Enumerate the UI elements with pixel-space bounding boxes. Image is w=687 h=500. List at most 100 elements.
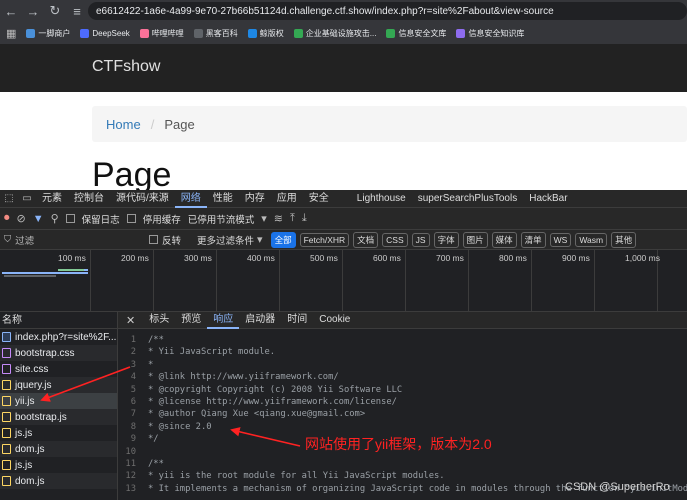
- devtools-tab[interactable]: 性能: [207, 190, 239, 208]
- filter-chip[interactable]: CSS: [382, 232, 408, 247]
- devtools-tab[interactable]: 元素: [36, 190, 68, 208]
- close-icon[interactable]: ✕: [118, 314, 143, 327]
- bookmark-item[interactable]: 鲸版权: [247, 28, 284, 39]
- bookmark-favicon-icon: [247, 28, 257, 38]
- import-har-icon[interactable]: ⤒: [290, 212, 295, 225]
- request-name: dom.js: [15, 475, 45, 487]
- request-row[interactable]: dom.js: [0, 441, 117, 457]
- filter-chip[interactable]: Fetch/XHR: [299, 232, 350, 247]
- devtools-tab[interactable]: 源代码/来源: [110, 190, 175, 208]
- request-row[interactable]: bootstrap.css: [0, 345, 117, 361]
- filter-chip[interactable]: JS: [411, 232, 430, 247]
- filter-chip[interactable]: 文档: [353, 231, 379, 248]
- bookmark-item[interactable]: 一脚商户: [26, 28, 70, 39]
- inspect-element-icon[interactable]: ⬚: [0, 193, 18, 204]
- request-row[interactable]: bootstrap.js: [0, 409, 117, 425]
- preserve-log-checkbox[interactable]: [65, 214, 75, 223]
- detail-tab[interactable]: 响应: [207, 311, 240, 329]
- devtools-tab[interactable]: 网络: [174, 190, 207, 208]
- dropdown-caret-icon[interactable]: ▾: [261, 212, 267, 225]
- more-filters-button[interactable]: 更多过滤条件: [197, 233, 254, 247]
- detail-tab[interactable]: 启动器: [239, 311, 281, 329]
- request-row[interactable]: jquery.js: [0, 377, 117, 393]
- filter-chip[interactable]: Wasm: [575, 232, 608, 247]
- filter-chip[interactable]: WS: [549, 232, 572, 247]
- search-icon[interactable]: ⚲: [51, 212, 59, 225]
- detail-tab[interactable]: 预览: [175, 311, 207, 329]
- request-row[interactable]: yii.js: [0, 393, 117, 409]
- export-har-icon[interactable]: ⤓: [302, 212, 307, 225]
- bookmark-favicon-icon: [456, 28, 466, 38]
- device-toolbar-icon[interactable]: ▭: [18, 193, 36, 204]
- bookmark-item[interactable]: 信息安全文库: [386, 28, 446, 39]
- devtools-tab[interactable]: 安全: [303, 190, 335, 208]
- request-row[interactable]: site.css: [0, 361, 117, 377]
- filter-chip[interactable]: 媒体: [491, 231, 517, 248]
- js-file-icon: [2, 380, 11, 390]
- timeline-overview[interactable]: 100 ms 200 ms 300 ms 400 ms 500 ms 600 ms 700 …: [0, 250, 687, 312]
- url-text: e6612422-1a6e-4a99-9e70-27b66b51124d.cha…: [96, 5, 554, 17]
- doc-file-icon: [2, 332, 11, 342]
- bookmark-item[interactable]: DeepSeek: [80, 28, 130, 38]
- line-number: 11: [125, 458, 136, 469]
- line-number: 13: [125, 483, 136, 494]
- line-content: * @since 2.0: [148, 421, 212, 432]
- back-arrow-icon[interactable]: ←: [0, 0, 22, 22]
- apps-grid-icon[interactable]: ▦: [6, 27, 16, 40]
- bookmark-item[interactable]: 黑客百科: [193, 28, 238, 39]
- filter-funnel-icon[interactable]: ▼: [33, 213, 44, 225]
- filter-chip[interactable]: 字体: [433, 231, 459, 248]
- bookmark-item[interactable]: 企业基础设施攻击...: [293, 28, 377, 39]
- name-column-header[interactable]: 名称: [0, 312, 117, 329]
- invert-checkbox[interactable]: [149, 235, 158, 244]
- network-conditions-icon[interactable]: ≋: [274, 212, 283, 225]
- timeline-tick-label: 400 ms: [247, 253, 275, 263]
- forward-arrow-icon[interactable]: →: [22, 0, 44, 22]
- devtools-tab[interactable]: 应用: [271, 190, 303, 208]
- code-line: 3 *: [118, 360, 687, 372]
- devtools-tab[interactable]: superSearchPlusTools: [412, 190, 524, 208]
- disable-cache-checkbox[interactable]: [126, 214, 136, 223]
- bookmark-label: 信息安全文库: [398, 28, 447, 38]
- clear-icon[interactable]: ⊘: [17, 212, 26, 225]
- code-line: 8 * @since 2.0: [118, 422, 687, 434]
- address-bar[interactable]: e6612422-1a6e-4a99-9e70-27b66b51124d.cha…: [88, 2, 687, 20]
- filter-input[interactable]: ⛉ 过滤: [4, 232, 149, 248]
- request-row[interactable]: dom.js: [0, 473, 117, 489]
- nav-row: ← → ↻ ≡ e6612422-1a6e-4a99-9e70-27b66b51…: [0, 0, 687, 22]
- reload-icon[interactable]: ↻: [44, 0, 66, 22]
- bookmark-item[interactable]: 哔哩哔哩: [139, 28, 184, 39]
- devtools-tab[interactable]: 控制台: [68, 190, 110, 208]
- detail-tab[interactable]: Cookie: [313, 311, 356, 329]
- request-name: jquery.js: [15, 379, 52, 391]
- site-info-icon[interactable]: ≡: [66, 0, 88, 22]
- filter-chip[interactable]: 图片: [462, 231, 488, 248]
- bookmark-label: 信息安全知识库: [468, 28, 525, 38]
- line-content: */: [148, 434, 159, 445]
- devtools-tab[interactable]: HackBar: [523, 190, 573, 208]
- devtools-tab[interactable]: Lighthouse: [351, 190, 412, 208]
- timeline-tick-label: 300 ms: [184, 253, 212, 263]
- site-brand[interactable]: CTFshow: [92, 58, 160, 76]
- js-file-icon: [2, 444, 11, 454]
- timeline-tick-label: 900 ms: [562, 253, 590, 263]
- filter-chip[interactable]: 全部: [270, 231, 296, 248]
- detail-tab[interactable]: 时间: [281, 311, 313, 329]
- filter-chip[interactable]: 其他: [611, 231, 637, 248]
- filter-chip[interactable]: 清单: [520, 231, 546, 248]
- request-row[interactable]: js.js: [0, 457, 117, 473]
- request-row[interactable]: js.js: [0, 425, 117, 441]
- request-name: site.css: [15, 363, 49, 375]
- bookmark-label: 一脚商户: [38, 28, 71, 38]
- bookmark-label: 企业基础设施攻击...: [305, 28, 377, 38]
- devtools-tab[interactable]: 内存: [239, 190, 271, 208]
- detail-tab[interactable]: 标头: [143, 311, 175, 329]
- code-line: 4 * @link http://www.yiiframework.com/: [118, 372, 687, 384]
- request-row[interactable]: index.php?r=site%2F...: [0, 329, 117, 345]
- record-icon[interactable]: ⏺: [4, 212, 10, 225]
- throttle-select[interactable]: 已停用节流模式: [188, 212, 255, 226]
- breadcrumb-home-link[interactable]: Home: [106, 117, 141, 132]
- line-content: /**: [148, 458, 164, 469]
- bookmark-item[interactable]: 信息安全知识库: [456, 28, 524, 39]
- more-filters-caret-icon[interactable]: ▾: [257, 233, 263, 246]
